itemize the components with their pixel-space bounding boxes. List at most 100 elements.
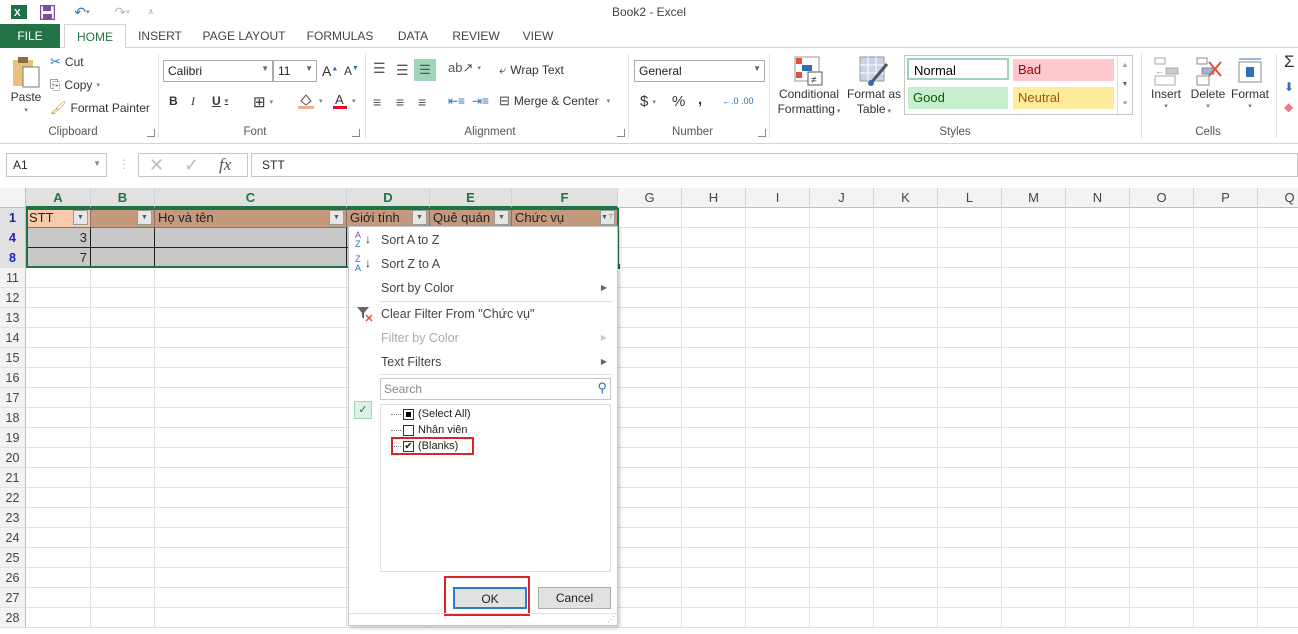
cell-n23[interactable] [1066, 508, 1130, 528]
delete-cells-button[interactable]: Delete ▾ [1189, 56, 1227, 110]
cell-f1[interactable]: Chức vụ ▼⊤ [512, 208, 618, 228]
select-all-corner[interactable] [0, 188, 26, 208]
cell-a14[interactable] [26, 328, 91, 348]
cell-m16[interactable] [1002, 368, 1066, 388]
align-left-button[interactable]: ≡ [373, 94, 381, 110]
cell-h22[interactable] [682, 488, 746, 508]
cell-a13[interactable] [26, 308, 91, 328]
row-header-25[interactable]: 25 [0, 548, 26, 568]
cell-n27[interactable] [1066, 588, 1130, 608]
cell-c24[interactable] [155, 528, 347, 548]
cell-h1[interactable] [682, 208, 746, 228]
cell-j19[interactable] [810, 428, 874, 448]
cell-q22[interactable] [1258, 488, 1298, 508]
bold-button[interactable]: B [169, 94, 178, 108]
cell-a26[interactable] [26, 568, 91, 588]
style-normal[interactable]: Normal [907, 58, 1009, 80]
italic-button[interactable]: I [191, 94, 195, 109]
cell-p27[interactable] [1194, 588, 1258, 608]
cell-n12[interactable] [1066, 288, 1130, 308]
cell-e1[interactable]: Quê quán ▼ [430, 208, 512, 228]
gallery-scroll[interactable]: ▲ ▼ ≡ [1117, 56, 1132, 114]
row-header-19[interactable]: 19 [0, 428, 26, 448]
column-header-b[interactable]: B [91, 188, 155, 208]
cell-q13[interactable] [1258, 308, 1298, 328]
cell-c12[interactable] [155, 288, 347, 308]
cell-m12[interactable] [1002, 288, 1066, 308]
cell-a21[interactable] [26, 468, 91, 488]
cell-i28[interactable] [746, 608, 810, 628]
cell-j20[interactable] [810, 448, 874, 468]
menu-sort-a-to-z[interactable]: Sort A to Z [381, 233, 439, 247]
cell-n17[interactable] [1066, 388, 1130, 408]
cell-m17[interactable] [1002, 388, 1066, 408]
cell-b27[interactable] [91, 588, 155, 608]
cell-i21[interactable] [746, 468, 810, 488]
cell-p24[interactable] [1194, 528, 1258, 548]
cell-c26[interactable] [155, 568, 347, 588]
percent-button[interactable]: % [672, 93, 685, 110]
cell-b4[interactable] [91, 228, 155, 248]
cell-b24[interactable] [91, 528, 155, 548]
filter-dropdown-button[interactable]: ▼ [494, 210, 509, 225]
cell-o27[interactable] [1130, 588, 1194, 608]
cell-c11[interactable] [155, 268, 347, 288]
cell-a4[interactable]: 3 [26, 228, 91, 248]
cell-q25[interactable] [1258, 548, 1298, 568]
cell-l21[interactable] [938, 468, 1002, 488]
cell-m25[interactable] [1002, 548, 1066, 568]
merge-center-button[interactable]: ⊟ Merge & Center ▾ [499, 93, 610, 109]
cell-n14[interactable] [1066, 328, 1130, 348]
cell-p1[interactable] [1194, 208, 1258, 228]
cell-g18[interactable] [618, 408, 682, 428]
fill-icon[interactable]: ⬇ [1284, 80, 1294, 94]
cell-m18[interactable] [1002, 408, 1066, 428]
cell-m22[interactable] [1002, 488, 1066, 508]
cell-k14[interactable] [874, 328, 938, 348]
cell-i19[interactable] [746, 428, 810, 448]
cell-m23[interactable] [1002, 508, 1066, 528]
row-header-27[interactable]: 27 [0, 588, 26, 608]
row-header-4[interactable]: 4 [0, 228, 26, 248]
cell-c8[interactable] [155, 248, 347, 268]
column-header-q[interactable]: Q [1258, 188, 1298, 208]
column-header-k[interactable]: K [874, 188, 938, 208]
format-painter-button[interactable]: 🖌 Format Painter [50, 100, 150, 116]
format-as-table-button[interactable]: Format as Table ▾ [846, 56, 902, 116]
cell-j24[interactable] [810, 528, 874, 548]
increase-indent-button[interactable]: ⇥≡ [472, 94, 489, 108]
cancel-entry-icon[interactable]: ✕ [149, 155, 164, 176]
cell-c16[interactable] [155, 368, 347, 388]
cell-l27[interactable] [938, 588, 1002, 608]
cell-k24[interactable] [874, 528, 938, 548]
cell-n13[interactable] [1066, 308, 1130, 328]
column-header-h[interactable]: H [682, 188, 746, 208]
autosum-icon[interactable]: Σ [1284, 52, 1295, 72]
column-header-e[interactable]: E [430, 188, 512, 208]
cell-b8[interactable] [91, 248, 155, 268]
cell-l28[interactable] [938, 608, 1002, 628]
cell-o25[interactable] [1130, 548, 1194, 568]
alignment-launcher-icon[interactable] [617, 129, 625, 137]
cell-i14[interactable] [746, 328, 810, 348]
column-header-o[interactable]: O [1130, 188, 1194, 208]
cell-q4[interactable] [1258, 228, 1298, 248]
clear-icon[interactable]: ◆ [1284, 100, 1293, 114]
filter-dropdown-button[interactable]: ▼ [329, 210, 344, 225]
cell-i26[interactable] [746, 568, 810, 588]
cell-a23[interactable] [26, 508, 91, 528]
clipboard-launcher-icon[interactable] [147, 129, 155, 137]
cell-h4[interactable] [682, 228, 746, 248]
cell-g28[interactable] [618, 608, 682, 628]
cell-g8[interactable] [618, 248, 682, 268]
cell-a17[interactable] [26, 388, 91, 408]
cell-q15[interactable] [1258, 348, 1298, 368]
cell-l22[interactable] [938, 488, 1002, 508]
cell-g27[interactable] [618, 588, 682, 608]
cell-m1[interactable] [1002, 208, 1066, 228]
cell-o15[interactable] [1130, 348, 1194, 368]
cell-n16[interactable] [1066, 368, 1130, 388]
gallery-more-icon[interactable]: ≡ [1118, 94, 1132, 113]
filter-value-list[interactable]: (Select All) Nhân viên ✔ (Blanks) [380, 404, 611, 572]
column-header-j[interactable]: J [810, 188, 874, 208]
